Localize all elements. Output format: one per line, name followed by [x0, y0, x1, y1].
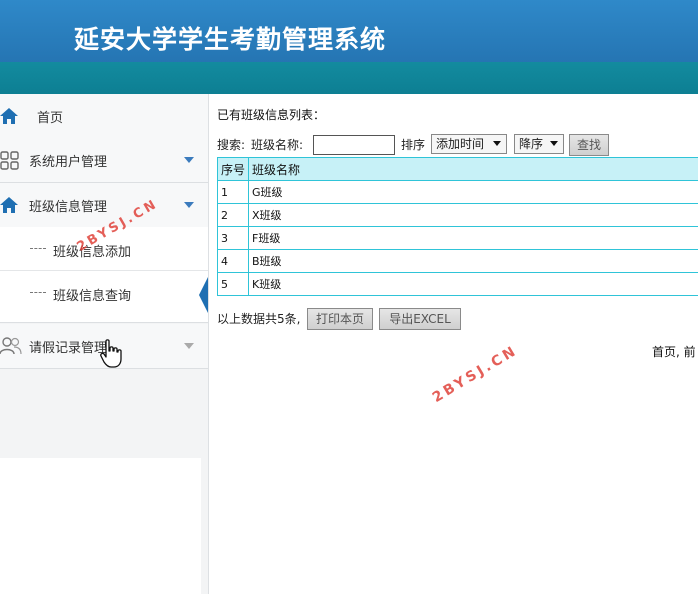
sidebar-item-home[interactable]: 首页: [0, 94, 208, 139]
table-row[interactable]: 2 X班级: [217, 203, 698, 227]
sort-order-value: 降序: [519, 137, 544, 151]
sidebar-blank-area: [0, 458, 201, 594]
grid-icon: [0, 151, 19, 170]
app-title: 延安大学学生考勤管理系统: [74, 25, 387, 54]
page-title: 已有班级信息列表：: [217, 108, 326, 122]
submenu-item-class-query[interactable]: 班级信息查询: [0, 271, 208, 315]
cell-class-name: G班级: [248, 180, 698, 204]
record-count-text: 以上数据共5条,: [217, 312, 301, 326]
print-page-button[interactable]: 打印本页: [307, 308, 373, 330]
table-row[interactable]: 5 K班级: [217, 272, 698, 296]
sort-field-value: 添加时间: [436, 137, 485, 151]
sidebar-item-label: 请假记录管理: [29, 341, 108, 356]
class-table: 序号 班级名称 1 G班级 2 X班级 3 F班级 4 B班级 5 K班级: [217, 157, 698, 296]
sidebar-item-label: 系统用户管理: [29, 155, 108, 170]
dropdown-arrow-icon: [493, 141, 501, 146]
main-content: 已有班级信息列表： 搜索: 班级名称: 排序 添加时间 降序 查找 序号 班级名…: [209, 94, 698, 594]
column-header-no: 序号: [217, 157, 249, 181]
dropdown-arrow-icon: [550, 141, 558, 146]
tree-dash: [30, 292, 46, 293]
cell-class-name: X班级: [248, 203, 698, 227]
search-label: 搜索:: [217, 138, 246, 152]
header-band: [0, 62, 698, 94]
active-indicator-icon: [199, 277, 208, 313]
app-header: 延安大学学生考勤管理系统: [0, 0, 698, 94]
class-name-label: 班级名称:: [251, 138, 304, 152]
tree-dash: [30, 248, 46, 249]
chevron-down-icon: [184, 343, 194, 349]
cell-no: 3: [217, 226, 249, 250]
sort-label: 排序: [401, 138, 426, 152]
column-header-class-name: 班级名称: [248, 157, 698, 181]
cell-no: 1: [217, 180, 249, 204]
chevron-down-icon: [184, 202, 194, 208]
cell-no: 4: [217, 249, 249, 273]
chevron-down-icon: [184, 157, 194, 163]
cell-class-name: K班级: [248, 272, 698, 296]
cell-no: 5: [217, 272, 249, 296]
home-icon: [0, 197, 18, 213]
hand-cursor-icon: [100, 339, 122, 368]
search-button[interactable]: 查找: [569, 134, 609, 156]
home-icon: [0, 108, 18, 124]
sidebar-item-label: 首页: [37, 111, 64, 126]
sort-order-select[interactable]: 降序: [514, 134, 564, 154]
table-row[interactable]: 3 F班级: [217, 226, 698, 250]
export-excel-button[interactable]: 导出EXCEL: [379, 308, 461, 330]
class-name-input[interactable]: [313, 135, 395, 155]
table-summary: 以上数据共5条, 打印本页 导出EXCEL: [217, 308, 517, 330]
sort-field-select[interactable]: 添加时间: [431, 134, 507, 154]
cell-class-name: B班级: [248, 249, 698, 273]
search-bar: 搜索: 班级名称: 排序 添加时间 降序 查找: [217, 134, 698, 156]
cell-no: 2: [217, 203, 249, 227]
sidebar-item-class-info[interactable]: 班级信息管理: [0, 183, 208, 228]
table-header-row: 序号 班级名称: [217, 157, 698, 181]
cell-class-name: F班级: [248, 226, 698, 250]
users-icon: [0, 337, 22, 355]
sidebar-item-system-users[interactable]: 系统用户管理: [0, 138, 208, 183]
table-row[interactable]: 4 B班级: [217, 249, 698, 273]
table-row[interactable]: 1 G班级: [217, 180, 698, 204]
sidebar-item-label: 班级信息管理: [29, 200, 108, 215]
submenu-item-label: 班级信息查询: [53, 289, 132, 304]
pagination[interactable]: 首页, 前: [652, 343, 696, 360]
